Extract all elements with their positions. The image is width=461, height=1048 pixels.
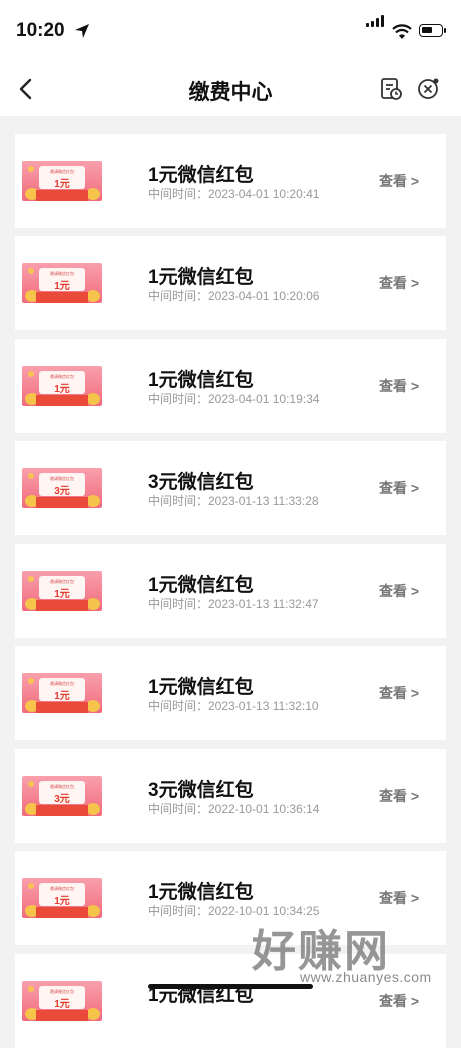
redpacket-thumbnail: 邀请微信红包 1元 xyxy=(22,878,102,918)
view-button[interactable]: 查看 > xyxy=(379,273,419,293)
item-title: 1元微信红包 xyxy=(148,575,254,596)
view-button[interactable]: 查看 > xyxy=(379,171,419,191)
item-time: 中间时间：2023-04-01 10:20:06 xyxy=(148,289,320,303)
wifi-icon xyxy=(392,24,412,39)
battery-icon xyxy=(419,24,446,37)
redpacket-item[interactable]: 邀请微信红包 1元 1元微信红包 中间时间：2023-04-01 10:20:06 查看… xyxy=(15,236,446,330)
status-time: 10:20 xyxy=(16,20,65,41)
ticket-value: 3元 xyxy=(54,486,70,497)
item-time: 中间时间：2023-01-13 11:32:47 xyxy=(148,597,319,611)
ticket-value: 1元 xyxy=(54,589,70,600)
item-title: 1元微信红包 xyxy=(148,165,254,186)
item-title: 3元微信红包 xyxy=(148,780,254,801)
item-time: 中间时间：2023-01-13 11:33:28 xyxy=(148,494,319,508)
ticket-value: 1元 xyxy=(54,999,70,1010)
ticket-value: 1元 xyxy=(54,896,70,907)
item-title: 1元微信红包 xyxy=(148,370,254,391)
redpacket-item[interactable]: 邀请微信红包 1元 1元微信红包 中间时间：2023-01-13 11:32:47 查看… xyxy=(15,544,446,638)
redpacket-item[interactable]: 邀请微信红包 1元 1元微信红包 中间时间：2023-01-13 11:32:10 查看… xyxy=(15,646,446,740)
redpacket-item[interactable]: 邀请微信红包 1元 1元微信红包 中间时间：2023-04-01 10:20:41 查看… xyxy=(15,134,446,228)
order-history-icon[interactable] xyxy=(378,76,404,102)
home-indicator[interactable] xyxy=(148,984,313,989)
close-icon[interactable] xyxy=(415,76,441,102)
redpacket-item[interactable]: 邀请微信红包 3元 3元微信红包 中间时间：2022-10-01 10:36:14 查看… xyxy=(15,749,446,843)
ticket-value: 1元 xyxy=(54,179,70,190)
view-button[interactable]: 查看 > xyxy=(379,683,419,703)
redpacket-item[interactable]: 邀请微信红包 1元 1元微信红包 中间时间：2023-04-01 10:19:34 查看… xyxy=(15,339,446,433)
view-button[interactable]: 查看 > xyxy=(379,581,419,601)
nav-bar: 缴费中心 xyxy=(0,62,461,116)
ticket-value: 1元 xyxy=(54,384,70,395)
view-button[interactable]: 查看 > xyxy=(379,888,419,908)
ticket-value: 1元 xyxy=(54,691,70,702)
item-time: 中间时间：2023-04-01 10:20:41 xyxy=(148,187,320,201)
ticket-value: 3元 xyxy=(54,794,70,805)
watermark-sub: www.zhuanyes.com xyxy=(300,969,432,985)
watermark: 好赚网 www.zhuanyes.com xyxy=(252,915,442,990)
redpacket-thumbnail: 邀请微信红包 3元 xyxy=(22,776,102,816)
item-title: 1元微信红包 xyxy=(148,882,254,903)
redpacket-thumbnail: 邀请微信红包 1元 xyxy=(22,981,102,1021)
view-button[interactable]: 查看 > xyxy=(379,991,419,1011)
view-button[interactable]: 查看 > xyxy=(379,478,419,498)
view-button[interactable]: 查看 > xyxy=(379,786,419,806)
location-arrow-icon xyxy=(75,24,89,38)
redpacket-thumbnail: 邀请微信红包 1元 xyxy=(22,263,102,303)
redpacket-thumbnail: 邀请微信红包 1元 xyxy=(22,571,102,611)
redpacket-thumbnail: 邀请微信红包 3元 xyxy=(22,468,102,508)
redpacket-thumbnail: 邀请微信红包 1元 xyxy=(22,366,102,406)
item-title: 1元微信红包 xyxy=(148,267,254,288)
item-time: 中间时间：2023-01-13 11:32:10 xyxy=(148,699,319,713)
status-bar: 10:20 xyxy=(0,0,461,62)
redpacket-thumbnail: 邀请微信红包 1元 xyxy=(22,673,102,713)
view-button[interactable]: 查看 > xyxy=(379,376,419,396)
item-time: 中间时间：2022-10-01 10:36:14 xyxy=(148,802,320,816)
redpacket-thumbnail: 邀请微信红包 1元 xyxy=(22,161,102,201)
item-title: 3元微信红包 xyxy=(148,472,254,493)
item-time: 中间时间：2023-04-01 10:19:34 xyxy=(148,392,320,406)
redpacket-item[interactable]: 邀请微信红包 3元 3元微信红包 中间时间：2023-01-13 11:33:28 查看… xyxy=(15,441,446,535)
ticket-value: 1元 xyxy=(54,281,70,292)
item-title: 1元微信红包 xyxy=(148,677,254,698)
